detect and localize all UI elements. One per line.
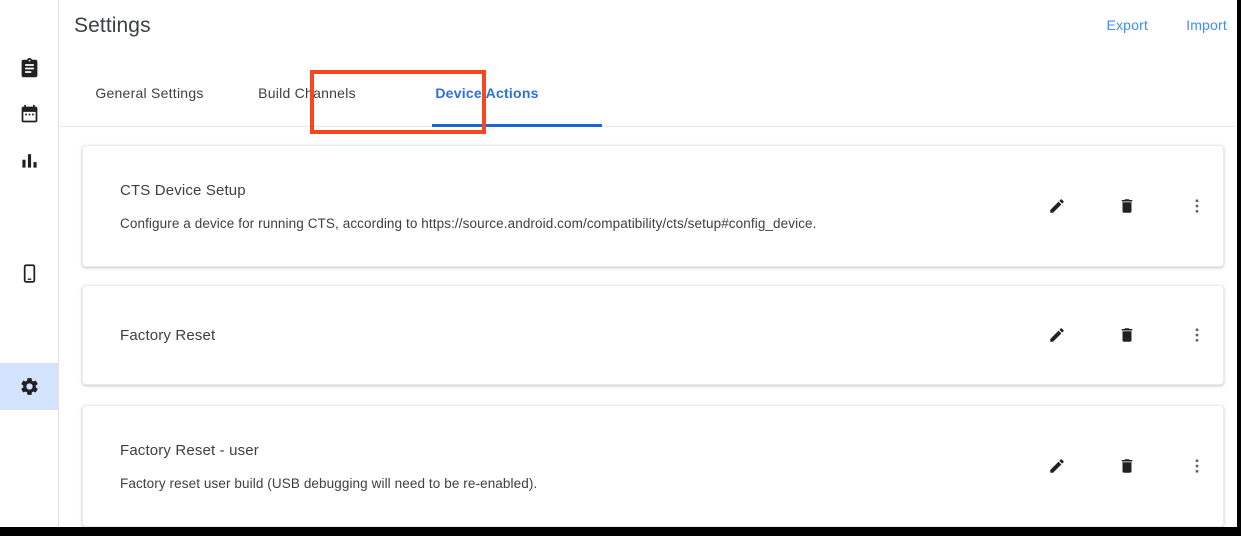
edit-icon[interactable] — [1045, 194, 1069, 218]
active-tab-underline — [432, 124, 602, 127]
edit-icon[interactable] — [1045, 454, 1069, 478]
smartphone-icon — [19, 263, 40, 284]
device-action-card[interactable]: CTS Device Setup Configure a device for … — [82, 145, 1224, 267]
left-sidebar — [0, 0, 59, 527]
sidebar-item-analytics[interactable] — [0, 136, 58, 184]
tab-general-settings[interactable]: General Settings — [72, 59, 227, 127]
card-actions — [1045, 454, 1209, 478]
sidebar-item-settings[interactable] — [0, 363, 58, 410]
more-vert-icon[interactable] — [1185, 194, 1209, 218]
device-action-card[interactable]: Factory Reset - user Factory reset user … — [82, 405, 1224, 527]
calendar-icon — [19, 104, 40, 125]
card-title: CTS Device Setup — [120, 181, 246, 199]
gear-icon — [19, 376, 40, 397]
card-title: Factory Reset — [120, 326, 216, 344]
trash-icon[interactable] — [1115, 194, 1139, 218]
card-body: CTS Device Setup Configure a device for … — [120, 146, 1073, 266]
more-vert-icon[interactable] — [1185, 454, 1209, 478]
card-title: Factory Reset - user — [120, 441, 259, 459]
trash-icon[interactable] — [1115, 323, 1139, 347]
card-actions — [1045, 323, 1209, 347]
page-title: Settings — [74, 14, 151, 37]
app-window: Settings Export Import General Settings … — [0, 0, 1241, 536]
bar-chart-icon — [20, 151, 39, 170]
tab-device-actions[interactable]: Device Actions — [387, 59, 587, 127]
trash-icon[interactable] — [1115, 454, 1139, 478]
more-vert-icon[interactable] — [1185, 323, 1209, 347]
device-action-card[interactable]: Factory Reset — [82, 285, 1224, 385]
device-actions-list: CTS Device Setup Configure a device for … — [59, 127, 1237, 527]
header-actions: Export Import — [1106, 17, 1227, 33]
tab-bar: General Settings Build Channels Device A… — [59, 59, 1237, 127]
clipboard-icon — [19, 57, 40, 79]
export-link[interactable]: Export — [1106, 17, 1148, 33]
edit-icon[interactable] — [1045, 323, 1069, 347]
card-description: Configure a device for running CTS, acco… — [120, 215, 817, 231]
sidebar-item-clipboard[interactable] — [0, 44, 58, 92]
card-description: Factory reset user build (USB debugging … — [120, 475, 538, 491]
card-body: Factory Reset — [120, 286, 1073, 384]
card-body: Factory Reset - user Factory reset user … — [120, 406, 1073, 526]
main-panel: Settings Export Import General Settings … — [59, 0, 1237, 527]
page-header: Settings Export Import — [59, 0, 1237, 59]
card-actions — [1045, 194, 1209, 218]
sidebar-item-calendar[interactable] — [0, 90, 58, 138]
sidebar-item-devices[interactable] — [0, 249, 58, 297]
import-link[interactable]: Import — [1186, 17, 1227, 33]
tab-build-channels[interactable]: Build Channels — [227, 59, 387, 127]
